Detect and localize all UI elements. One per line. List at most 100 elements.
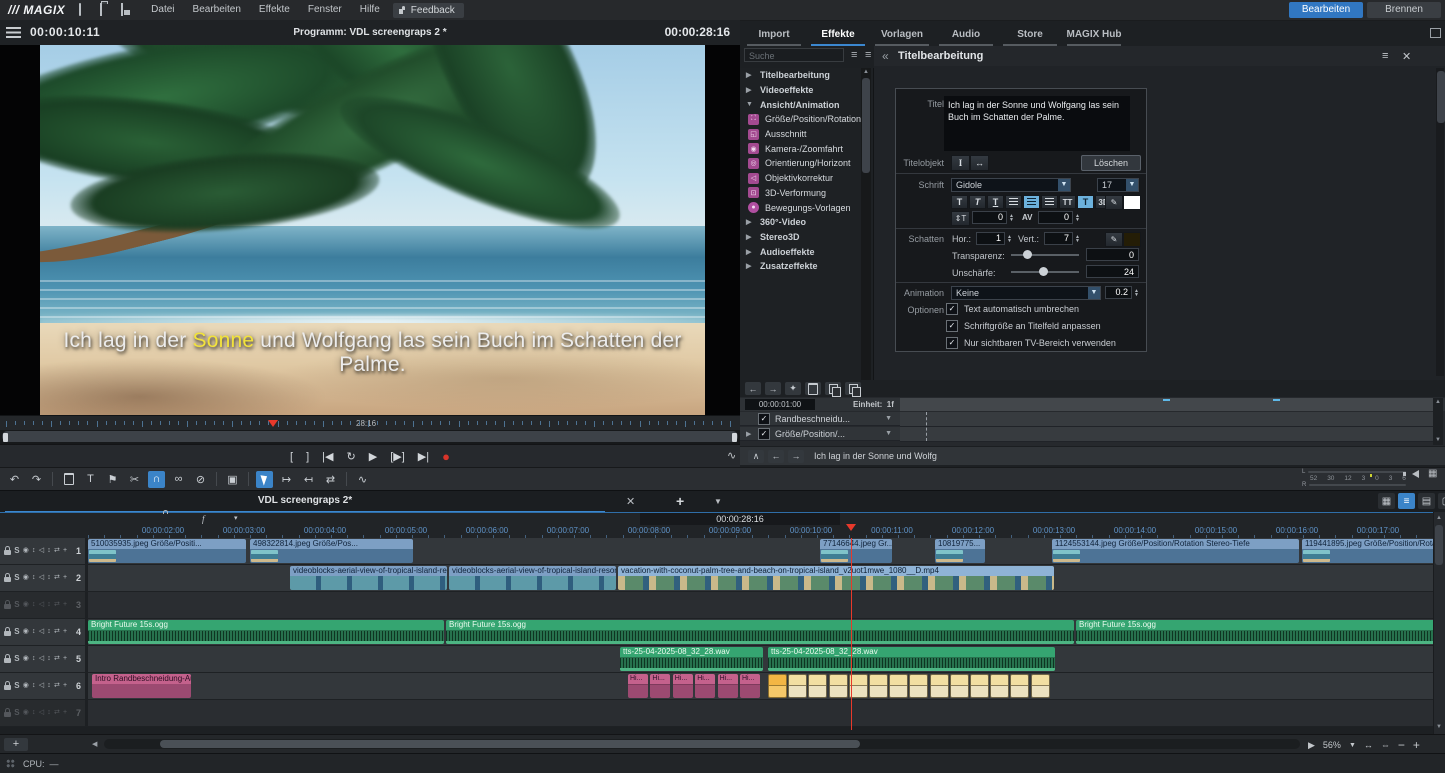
clip[interactable] — [829, 674, 848, 698]
range-track[interactable] — [2, 431, 738, 442]
tab-audio[interactable]: Audio — [934, 26, 998, 46]
video-fader-icon[interactable]: ↕ — [32, 574, 36, 582]
preview-range-bar[interactable] — [0, 430, 740, 444]
group-button[interactable]: ∞ — [170, 471, 187, 488]
effect-panel-scrollbar[interactable] — [1436, 68, 1444, 376]
clip[interactable] — [808, 674, 827, 698]
track-content-1[interactable]: 510035935.jpeg Größe/Positi...498322814.… — [88, 538, 1433, 564]
clip[interactable]: Hi... — [718, 674, 738, 698]
audio-fader-icon[interactable]: ↕ — [47, 655, 51, 663]
scrollbar-thumb[interactable] — [862, 78, 870, 173]
range-play-button[interactable]: [▶] — [390, 447, 405, 467]
option-2[interactable]: ✓Schriftgröße an Titelfeld anpassen — [946, 320, 1101, 332]
track-header-3[interactable]: S◉↕◁↕⇄+3 — [0, 592, 87, 618]
video-fader-icon[interactable]: ↕ — [32, 628, 36, 636]
clip[interactable]: Intro Randbeschneidung-Aus... — [92, 674, 191, 698]
transition-icon[interactable]: ⇄ — [54, 682, 60, 690]
delete-button[interactable] — [60, 471, 77, 488]
tab-list-dropdown-icon[interactable]: ▼ — [714, 497, 722, 506]
transparency-slider[interactable] — [1011, 248, 1079, 261]
animation-dropdown[interactable]: Keine▼ — [951, 286, 1101, 300]
lock-icon[interactable] — [4, 604, 11, 609]
audio-fader-icon[interactable]: ↕ — [47, 682, 51, 690]
option-3[interactable]: ✓Nur sichtbaren TV-Bereich verwenden — [946, 337, 1116, 349]
scroll-up-icon[interactable]: ▲ — [1433, 398, 1443, 407]
effect-item-titelbearbeitung[interactable]: ▶Titelbearbeitung — [740, 68, 873, 83]
video-fader-icon[interactable]: ↕ — [32, 655, 36, 663]
split-button[interactable]: ✂ — [126, 471, 143, 488]
record-button[interactable]: ● — [442, 447, 450, 467]
multicam-mode-button[interactable]: ▢ — [1438, 493, 1445, 509]
visibility-button[interactable]: ◉ — [23, 547, 29, 555]
fit-height-button[interactable]: ⇔ — [1381, 740, 1390, 750]
ungroup-button[interactable]: ⊘ — [192, 471, 209, 488]
clip[interactable]: Hi... — [628, 674, 648, 698]
preview-playhead-icon[interactable] — [268, 420, 278, 427]
storyboard-mode-button[interactable]: ▦ — [1378, 493, 1395, 509]
menu-datei[interactable]: Datei — [142, 0, 183, 20]
slider-knob[interactable] — [1023, 250, 1032, 259]
audio-fader-icon[interactable]: ↕ — [47, 628, 51, 636]
zoom-in-button[interactable]: + — [1413, 738, 1420, 752]
timeline-ruler[interactable]: 00:00:28:16 f▾00:00:02:0000:00:03:0000:0… — [0, 512, 1445, 539]
clip[interactable]: 10819775... — [935, 539, 985, 563]
keyframe-marker-icon[interactable] — [1163, 399, 1170, 401]
range-end-handle[interactable] — [732, 433, 737, 442]
clip[interactable] — [869, 674, 888, 698]
keyframe-track[interactable] — [900, 412, 1433, 427]
mouse-mode-stretch-button[interactable]: ⇄ — [322, 471, 339, 488]
clip[interactable] — [1031, 674, 1050, 698]
effect-item-3d-verformung[interactable]: ⊡3D-Verformung — [740, 186, 873, 201]
lock-icon[interactable] — [4, 685, 11, 690]
clip[interactable]: Bright Future 15s.ogg — [88, 620, 444, 644]
open-folder-icon[interactable] — [100, 4, 112, 16]
delete-keyframe-button[interactable] — [805, 382, 821, 395]
magnet-snap-button[interactable]: ∩ — [148, 471, 165, 488]
title-text-input[interactable]: Ich lag in der Sonne und Wolfgang las se… — [944, 96, 1130, 151]
tab-vorlagen[interactable]: Vorlagen — [870, 26, 934, 46]
shadow-vert-stepper[interactable]: 7▲▼ — [1044, 232, 1080, 245]
blur-slider[interactable] — [1011, 265, 1079, 278]
clip[interactable]: 510035935.jpeg Größe/Positi... — [88, 539, 246, 563]
clip[interactable] — [788, 674, 807, 698]
audio-fader-icon[interactable]: ↕ — [47, 547, 51, 555]
panel-menu-icon[interactable]: ≡ — [1382, 50, 1388, 62]
tab-store[interactable]: Store — [998, 26, 1062, 46]
animation-step-stepper[interactable]: 0.2▲▼ — [1105, 286, 1139, 299]
mute-button[interactable]: ◁ — [39, 547, 44, 555]
fit-width-button[interactable]: ↔ — [1364, 740, 1373, 750]
track-effects-icon[interactable]: + — [63, 709, 67, 717]
lock-icon[interactable] — [4, 577, 11, 582]
mode-button-bearbeiten[interactable]: Bearbeiten — [1289, 2, 1363, 18]
visibility-button[interactable]: ◉ — [23, 682, 29, 690]
undo-button[interactable]: ↶ — [6, 471, 23, 488]
effect-item-zusatzeffekte[interactable]: ▶Zusatzeffekte — [740, 259, 873, 274]
track-options-dropdown[interactable]: ▾ — [234, 514, 238, 522]
chevron-down-icon[interactable]: ▼ — [885, 430, 892, 437]
effect-item-kamera-zoomfahrt[interactable]: ◉Kamera-/Zoomfahrt — [740, 141, 873, 156]
clip[interactable]: videoblocks-aerial-view-of-tropical-isla… — [449, 566, 616, 590]
marker-button[interactable]: ⚑ — [104, 471, 121, 488]
transparency-value[interactable]: 0 — [1086, 248, 1139, 261]
clip[interactable] — [950, 674, 969, 698]
track-effects-icon[interactable]: + — [63, 682, 67, 690]
scene-overview-mode-button[interactable]: ▤ — [1418, 493, 1435, 509]
title-editor-button[interactable]: T — [82, 471, 99, 488]
audio-fader-icon[interactable]: ↕ — [47, 574, 51, 582]
mouse-mode-button[interactable] — [256, 471, 273, 488]
effect-item-ansicht-animation[interactable]: ▼Ansicht/Animation — [740, 97, 873, 112]
clip[interactable]: tts-25-04-2025-08_32_28.wav — [620, 647, 763, 671]
track-effects-icon[interactable]: + — [63, 547, 67, 555]
delete-title-button[interactable]: Löschen — [1081, 155, 1141, 171]
back-chevron-icon[interactable]: « — [882, 49, 889, 63]
effect-item-objektivkorrektur[interactable]: ◁Objektivkorrektur — [740, 171, 873, 186]
clip[interactable]: Hi... — [650, 674, 670, 698]
clip[interactable]: tts-25-04-2025-08_32_28.wav — [768, 647, 1055, 671]
audio-fader-icon[interactable]: ↕ — [47, 709, 51, 717]
mute-button[interactable]: ◁ — [39, 628, 44, 636]
transition-icon[interactable]: ⇄ — [54, 601, 60, 609]
shadow-hor-stepper[interactable]: 1▲▼ — [976, 232, 1012, 245]
title-overlay-text[interactable]: Ich lag in der Sonne und Wolfgang las se… — [40, 329, 705, 377]
timeline-play-button[interactable]: ▶ — [1308, 740, 1315, 751]
timeline-vertical-scrollbar[interactable]: ▲ ▼ — [1433, 512, 1445, 734]
